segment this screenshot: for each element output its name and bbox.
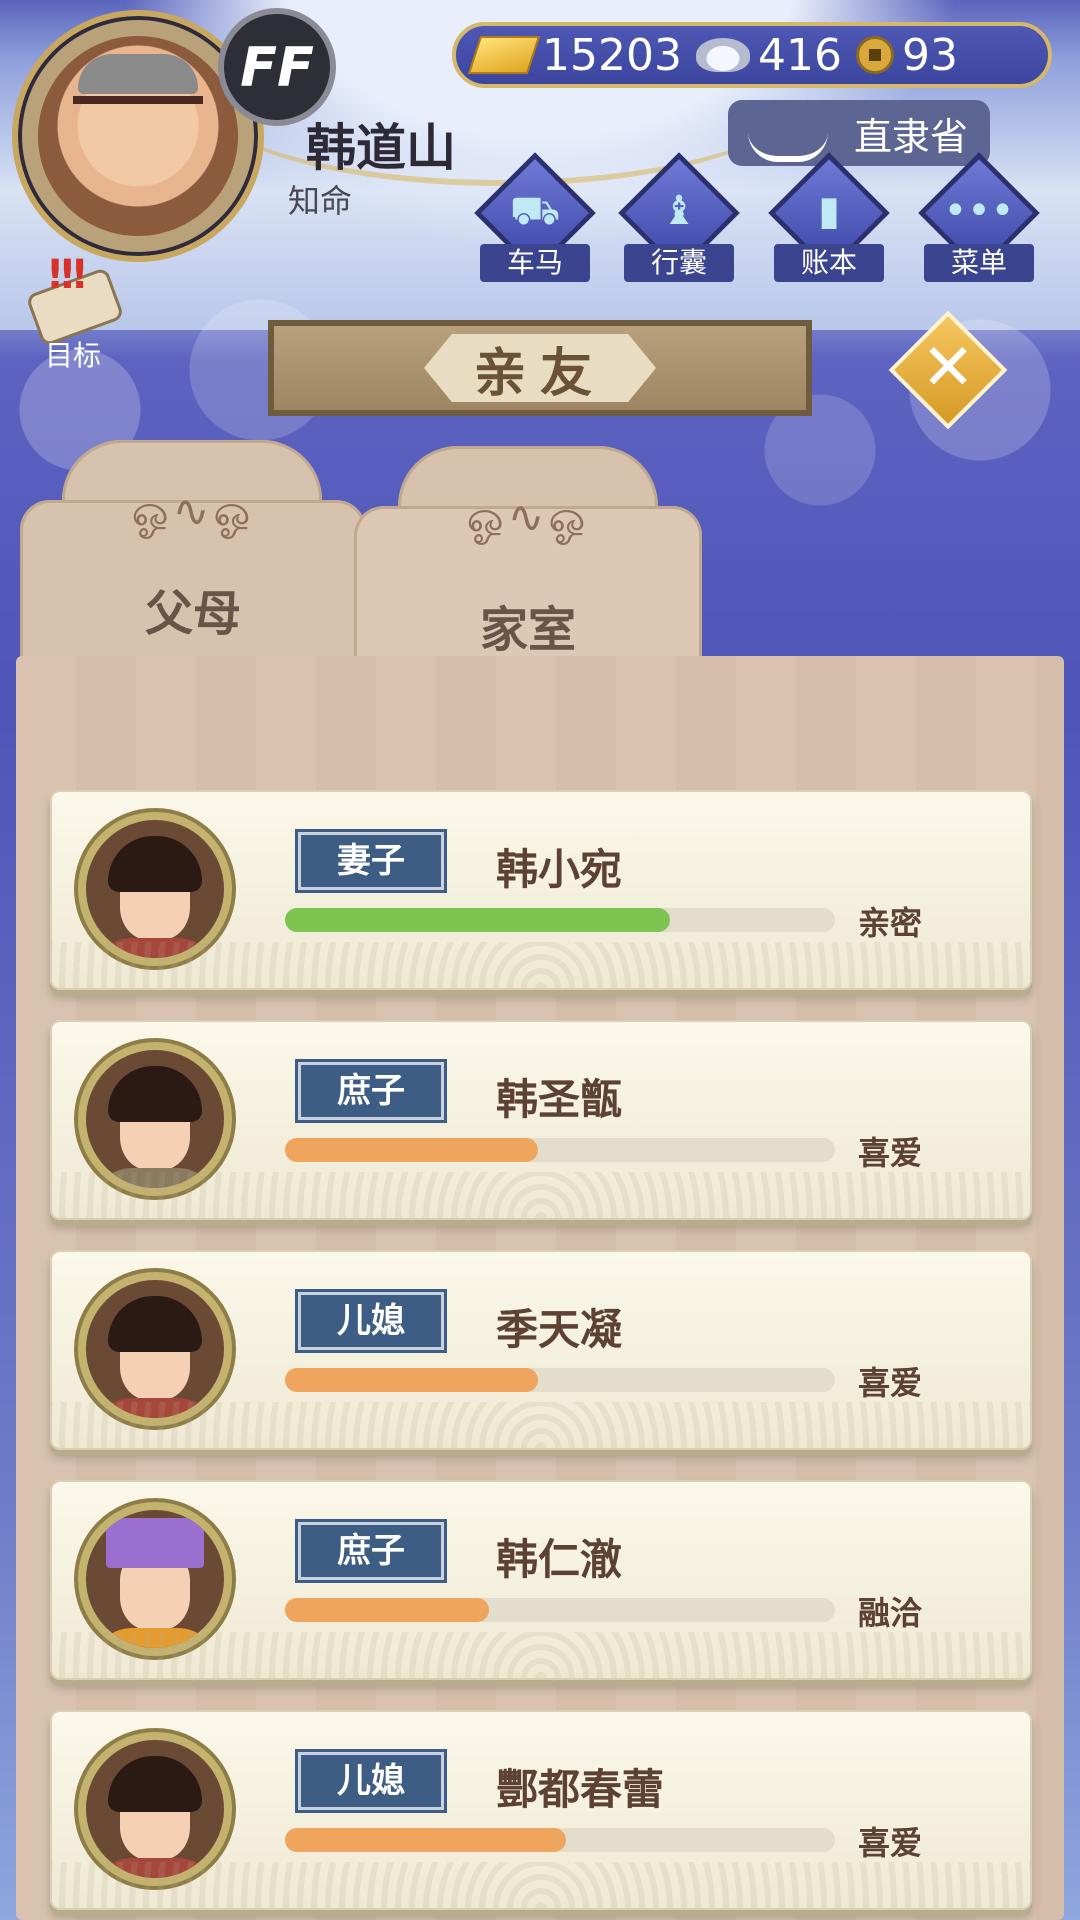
portrait-face: [92, 1296, 218, 1418]
portrait-clothing: [92, 1168, 218, 1188]
nav-menu-button[interactable]: ••• 菜单: [914, 152, 1044, 282]
swirl-ornament-icon: ஓ∿ஓ: [131, 486, 255, 537]
carriage-icon: ⛟: [509, 188, 561, 234]
member-card[interactable]: 儿媳 酆都春蕾喜爱: [50, 1710, 1032, 1910]
portrait-face: [92, 836, 218, 958]
location-button[interactable]: 直隶省: [728, 100, 990, 166]
affinity-bar-fill: [285, 1368, 538, 1392]
affinity-bar-fill: [285, 1828, 566, 1852]
page-title: 亲友: [424, 334, 656, 402]
tab-family[interactable]: ஓ∿ஓ 家室: [354, 492, 702, 676]
tab-label: 家室: [479, 602, 576, 658]
relation-label: 喜爱: [858, 1364, 923, 1402]
member-portrait: [78, 1732, 232, 1886]
role-badge: 妻子: [298, 832, 444, 890]
nav-label: 车马: [480, 244, 590, 282]
player-title: 知命: [288, 182, 353, 220]
affinity-bar-fill: [285, 908, 670, 932]
affinity-bar: [285, 908, 835, 932]
player-name: 韩道山: [306, 119, 456, 177]
portrait-face: [92, 1066, 218, 1188]
affinity-bar: [285, 1368, 835, 1392]
nav-ledger-button[interactable]: ▮ 账本: [764, 152, 894, 282]
member-name: 韩圣甑: [496, 1075, 623, 1124]
portrait-clothing: [92, 1858, 218, 1878]
ledger-icon: ▮: [817, 188, 840, 234]
affinity-bar: [285, 1828, 835, 1852]
bundle-icon: ♝: [661, 188, 697, 234]
currency-bar: 15203 416 93: [452, 22, 1052, 88]
affinity-bar: [285, 1598, 835, 1622]
silver-amount: 416: [757, 29, 842, 81]
portrait-hair: [108, 1756, 202, 1812]
silver-ingot-icon: [695, 38, 750, 72]
relation-label: 喜爱: [858, 1824, 923, 1862]
menu-icon: •••: [943, 188, 1015, 234]
member-portrait: [78, 1042, 232, 1196]
portrait-hair: [108, 1066, 202, 1122]
goal-label: 目标: [44, 339, 101, 372]
nav-carriage-button[interactable]: ⛟ 车马: [470, 152, 600, 282]
swirl-ornament-icon: ஓ∿ஓ: [466, 492, 590, 543]
member-name: 酆都春蕾: [496, 1765, 665, 1814]
tab-parents[interactable]: ஓ∿ஓ 父母: [20, 486, 366, 670]
nav-label: 账本: [774, 244, 884, 282]
member-card[interactable]: 儿媳 季天凝喜爱: [50, 1250, 1032, 1450]
role-badge: 儿媳: [298, 1752, 444, 1810]
tab-label: 父母: [144, 586, 241, 642]
goal-button[interactable]: !!! 目标: [18, 252, 128, 372]
role-badge: 儿媳: [298, 1292, 444, 1350]
portrait-hair: [108, 836, 202, 892]
coin-amount: 93: [901, 29, 958, 81]
iron-icon: [748, 108, 828, 162]
role-badge: 庶子: [298, 1522, 444, 1580]
nav-label: 菜单: [924, 244, 1034, 282]
affinity-bar: [285, 1138, 835, 1162]
member-name: 季天凝: [496, 1305, 623, 1354]
affinity-bar-fill: [285, 1598, 489, 1622]
affinity-bar-fill: [285, 1138, 538, 1162]
portrait-clothing: [92, 938, 218, 958]
portrait-clothing: [92, 1398, 218, 1418]
relation-label: 亲密: [858, 904, 923, 942]
alert-icon: !!!: [46, 252, 89, 298]
relation-label: 融洽: [858, 1594, 923, 1632]
gold-ingot-icon: [467, 36, 541, 74]
header-plaque: 亲友: [268, 320, 812, 416]
member-name: 韩仁澈: [496, 1535, 623, 1584]
member-card[interactable]: 妻子 韩小宛亲密: [50, 790, 1032, 990]
location-label: 直隶省: [853, 114, 968, 159]
portrait-clothing: [92, 1628, 218, 1648]
member-portrait: [78, 812, 232, 966]
member-card[interactable]: 庶子 韩仁澈融洽: [50, 1480, 1032, 1680]
relation-label: 喜爱: [858, 1134, 923, 1172]
close-icon[interactable]: ✕: [906, 326, 990, 410]
copper-coin-icon: [855, 36, 894, 74]
member-portrait: [78, 1502, 232, 1656]
portrait-face: [92, 1756, 218, 1878]
portrait-hat: [106, 1518, 204, 1568]
portrait-face: [92, 1518, 218, 1648]
nav-bundle-button[interactable]: ♝ 行囊: [614, 152, 744, 282]
member-card[interactable]: 庶子 韩圣甑喜爱: [50, 1020, 1032, 1220]
gold-amount: 15203: [542, 29, 682, 81]
role-badge: 庶子: [298, 1062, 444, 1120]
nav-label: 行囊: [624, 244, 734, 282]
member-name: 韩小宛: [496, 845, 623, 894]
portrait-hair: [108, 1296, 202, 1352]
player-portrait: [38, 36, 238, 236]
member-portrait: [78, 1272, 232, 1426]
